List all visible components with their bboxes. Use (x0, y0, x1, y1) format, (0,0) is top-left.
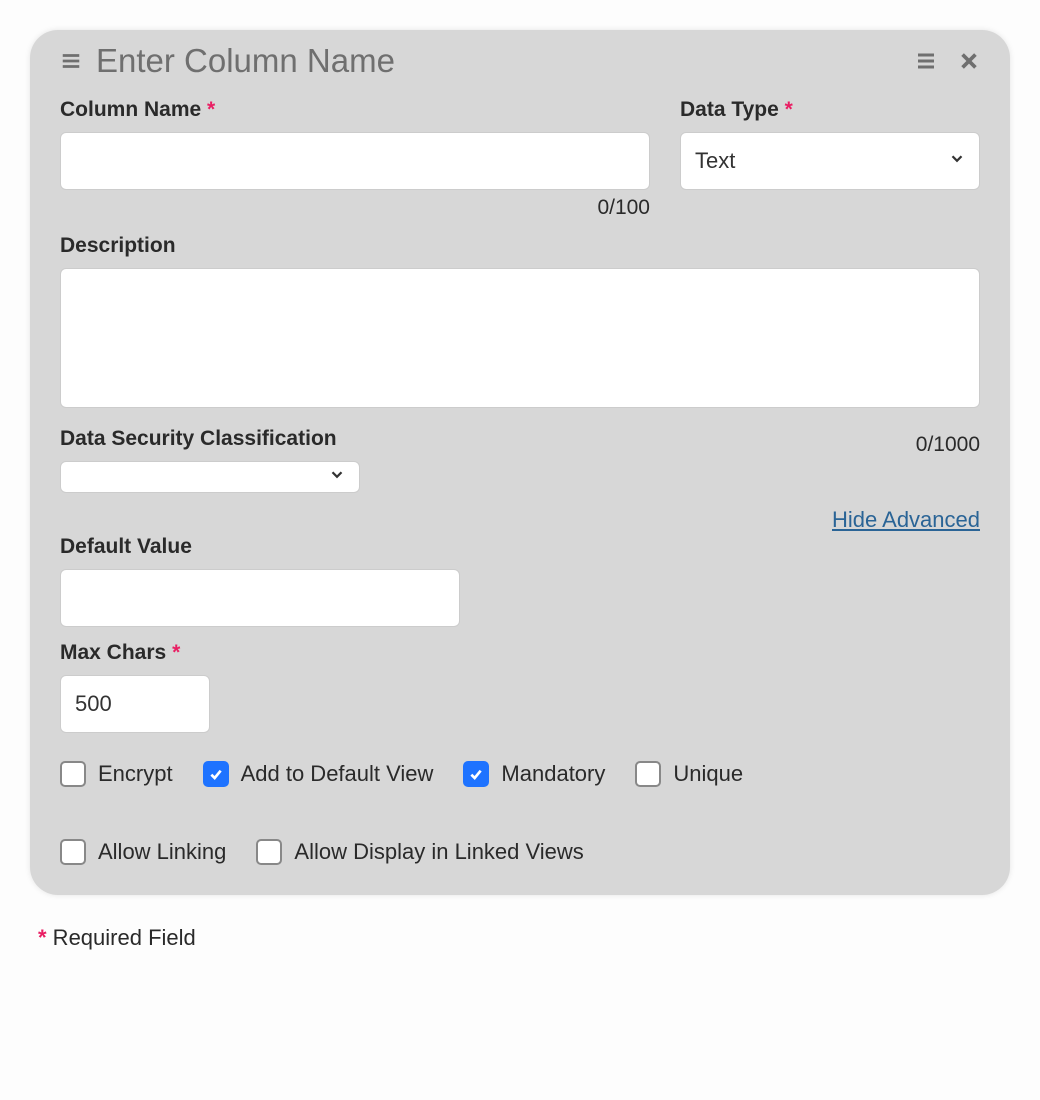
required-field-note: * Required Field (30, 925, 1010, 951)
default-value-input[interactable] (60, 569, 460, 627)
menu-icon[interactable] (914, 49, 938, 73)
add-default-view-checkbox[interactable]: Add to Default View (203, 761, 434, 787)
mandatory-checkbox[interactable]: Mandatory (463, 761, 605, 787)
dsc-select[interactable] (60, 461, 360, 493)
close-icon[interactable] (958, 50, 980, 72)
description-input[interactable] (60, 268, 980, 408)
column-name-input[interactable] (60, 132, 650, 190)
allow-display-linked-checkbox[interactable]: Allow Display in Linked Views (256, 839, 583, 865)
description-counter: 0/1000 (916, 433, 980, 457)
column-editor-panel: Enter Column Name Column Name * (30, 30, 1010, 895)
dsc-label: Data Security Classification (60, 427, 360, 451)
drag-handle-icon[interactable] (60, 50, 82, 72)
unique-checkbox[interactable]: Unique (635, 761, 743, 787)
encrypt-checkbox[interactable]: Encrypt (60, 761, 173, 787)
column-name-counter: 0/100 (60, 196, 650, 220)
hide-advanced-link[interactable]: Hide Advanced (832, 507, 980, 532)
column-name-label: Column Name * (60, 98, 650, 122)
allow-linking-checkbox[interactable]: Allow Linking (60, 839, 226, 865)
data-type-select[interactable]: Text (680, 132, 980, 190)
description-label: Description (60, 234, 980, 258)
panel-title: Enter Column Name (96, 42, 395, 80)
default-value-label: Default Value (60, 535, 460, 559)
max-chars-label: Max Chars * (60, 641, 980, 665)
data-type-label: Data Type * (680, 98, 980, 122)
max-chars-input[interactable] (60, 675, 210, 733)
